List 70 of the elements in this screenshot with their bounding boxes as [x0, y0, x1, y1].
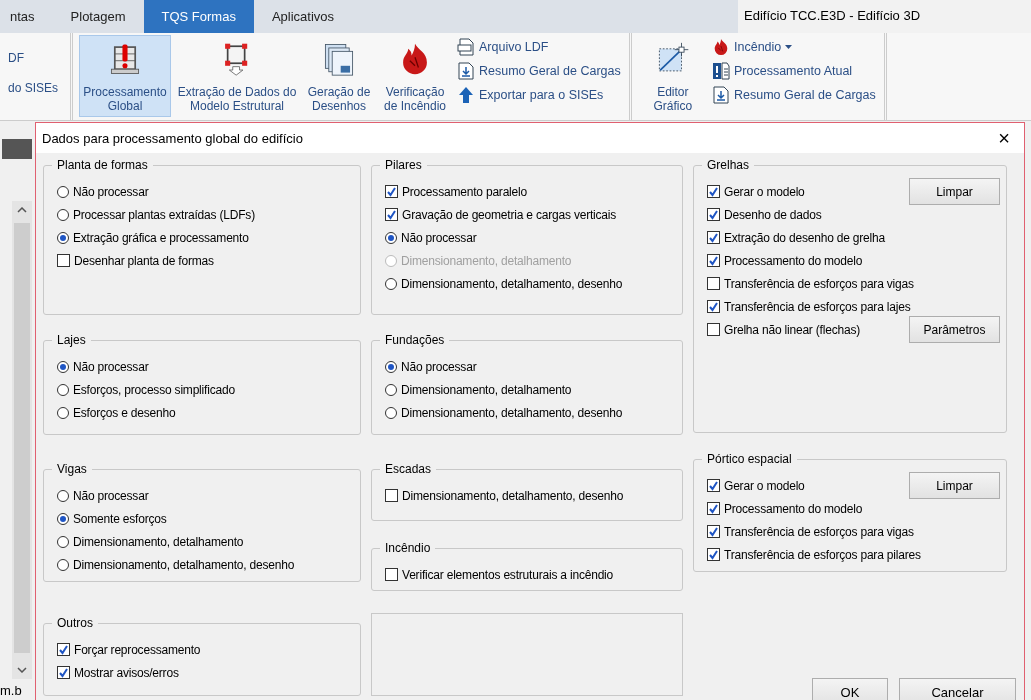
option-label: Processamento do modelo [724, 501, 863, 516]
option-label: Desenho de dados [724, 207, 822, 222]
option-label: Processamento paralelo [402, 184, 527, 199]
option-label: Extração gráfica e processamento [73, 230, 249, 245]
ribbon-command[interactable]: Exportar para o SISEs [455, 85, 623, 105]
ribbon-button[interactable]: Processamento Global [79, 35, 171, 117]
option-label: Gravação de geometria e cargas verticais [402, 207, 617, 222]
option-label: Grelha não linear (flechas) [724, 322, 860, 337]
group-title: Fundações [380, 333, 450, 347]
group-title: Outros [52, 616, 98, 630]
dialog-button[interactable]: OK [812, 678, 888, 700]
option-label: Não processar [401, 230, 477, 245]
group-title: Escadas [380, 462, 437, 476]
dialog-title: Dados para processamento global do edifício [42, 130, 304, 146]
status-text: m.b [0, 683, 22, 698]
option-label: Desenhar planta de formas [74, 253, 214, 268]
ribbon-tab[interactable]: Aplicativos [253, 0, 353, 33]
ribbon-command[interactable]: Resumo Geral de Cargas [710, 85, 878, 105]
group-title: Planta de formas [52, 158, 153, 172]
option-label: Esforços e desenho [73, 405, 176, 420]
ribbon-tab[interactable]: TQS Formas [143, 0, 254, 33]
ribbon-tab[interactable]: ntas [0, 0, 53, 33]
ribbon-tab[interactable]: Plotagem [52, 0, 144, 33]
option-label: Processamento do modelo [724, 253, 863, 268]
ribbon-button[interactable]: Geração de Desenhos [303, 35, 375, 117]
ribbon-command[interactable]: DF [8, 51, 70, 65]
group-title: Lajes [52, 333, 91, 347]
close-button[interactable]: × [984, 123, 1024, 153]
ribbon-command[interactable]: Processamento Atual [710, 61, 878, 81]
option-label: Transferência de esforços para pilares [724, 547, 921, 562]
ribbon-button[interactable]: Editor Gráfico [637, 35, 708, 117]
ribbon-command[interactable]: do SISEs [8, 81, 70, 95]
group-title: Vigas [52, 462, 92, 476]
group-title: Incêndio [380, 541, 436, 555]
ribbon-command[interactable]: Incêndio [710, 37, 878, 57]
ribbon-command[interactable]: Resumo Geral de Cargas [455, 61, 623, 81]
option-label: Gerar o modelo [724, 184, 805, 199]
option-label: Forçar reprocessamento [74, 642, 201, 657]
option-label: Somente esforços [73, 511, 167, 526]
option-label: Não processar [73, 359, 149, 374]
group-title: Pilares [380, 158, 427, 172]
option-label: Dimensionamento, detalhamento, desenho [401, 405, 623, 420]
option-label: Dimensionamento, detalhamento [401, 382, 572, 397]
option-label: Não processar [73, 488, 149, 503]
group-button[interactable]: Parâmetros [909, 316, 1000, 343]
option-label: Extração do desenho de grelha [724, 230, 885, 245]
option-label: Dimensionamento, detalhamento [401, 253, 572, 268]
dialog-button[interactable]: Cancelar [899, 678, 1016, 700]
ribbon-command[interactable]: Arquivo LDF [455, 37, 623, 57]
option-label: Esforços, processo simplificado [73, 382, 235, 397]
option-label: Dimensionamento, detalhamento, desenho [401, 276, 623, 291]
option-label: Não processar [73, 184, 149, 199]
group-title: Pórtico espacial [702, 452, 797, 466]
option-label: Gerar o modelo [724, 478, 805, 493]
option-label: Verificar elementos estruturais a incêndio [402, 567, 614, 582]
option-label: Mostrar avisos/erros [74, 665, 179, 680]
group-button[interactable]: Limpar [909, 472, 1000, 499]
window-title: Edifício TCC.E3D - Edifício 3D [738, 0, 1031, 33]
option-label: Processar plantas extraídas (LDFs) [73, 207, 255, 222]
group-title: Grelhas [702, 158, 755, 172]
option-label: Transferência de esforços para lajes [724, 299, 911, 314]
option-label: Dimensionamento, detalhamento, desenho [73, 557, 295, 572]
option-label: Não processar [401, 359, 477, 374]
option-label: Transferência de esforços para vigas [724, 524, 914, 539]
ribbon-button[interactable]: Verificação de Incêndio [377, 35, 453, 117]
option-label: Dimensionamento, detalhamento, desenho [402, 488, 624, 503]
ribbon-button[interactable]: Extração de Dados do Modelo Estrutural [173, 35, 301, 117]
option-label: Transferência de esforços para vigas [724, 276, 914, 291]
group-button[interactable]: Limpar [909, 178, 1000, 205]
option-label: Dimensionamento, detalhamento [73, 534, 244, 549]
